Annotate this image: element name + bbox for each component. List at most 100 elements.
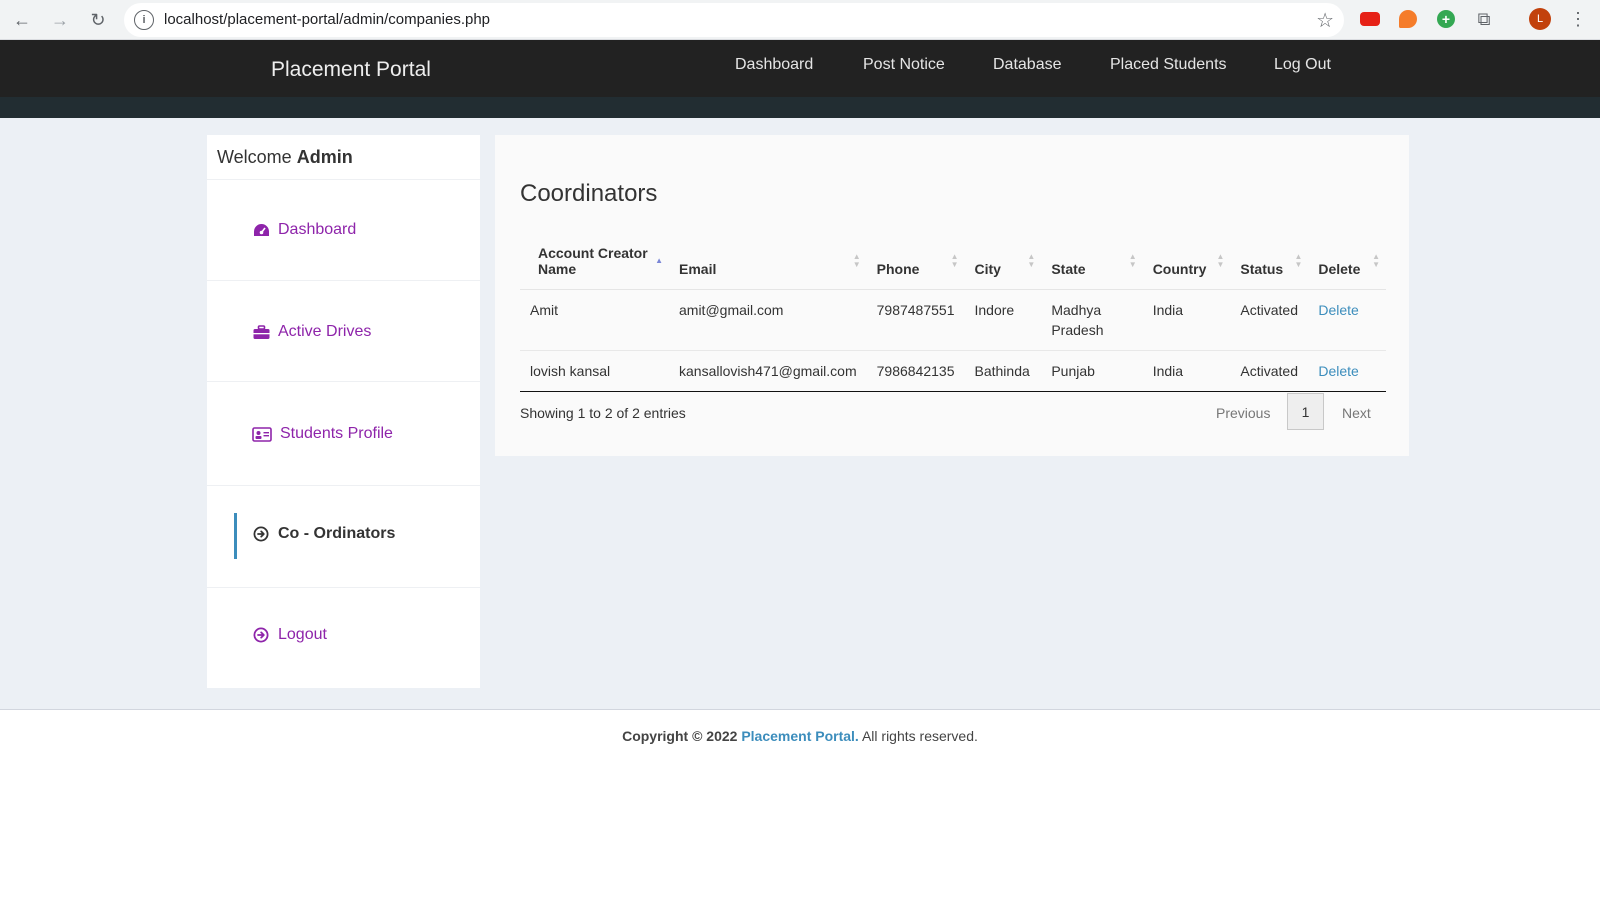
- browser-menu-icon[interactable]: ⋮: [1566, 7, 1590, 31]
- delete-link[interactable]: Delete: [1318, 363, 1358, 379]
- dashboard-icon: [252, 221, 270, 239]
- cell-status: Activated: [1230, 350, 1309, 392]
- cell-state: Punjab: [1041, 350, 1143, 392]
- pagination-page-1[interactable]: 1: [1287, 393, 1324, 430]
- green-plus-extension-icon[interactable]: +: [1434, 7, 1458, 31]
- sidebar-item-co-ordinators[interactable]: Co - Ordinators: [252, 525, 395, 543]
- cell-name: lovish kansal: [520, 350, 669, 392]
- welcome-user: Admin: [296, 147, 353, 167]
- copyright-prefix: Copyright © 2022: [622, 728, 738, 744]
- column-header-label: Status: [1240, 261, 1284, 277]
- sidebar-item-label: Co - Ordinators: [278, 525, 396, 542]
- sidebar-divider: [207, 179, 480, 180]
- orange-extension-icon[interactable]: [1396, 7, 1420, 31]
- nav-log-out[interactable]: Log Out: [1274, 56, 1331, 74]
- sidebar-item-dashboard[interactable]: Dashboard: [252, 221, 356, 239]
- sort-icon: ▲ ▼: [1128, 252, 1137, 269]
- column-header-city[interactable]: City ▲ ▼: [964, 237, 1042, 290]
- address-bar[interactable]: i localhost/placement-portal/admin/compa…: [124, 3, 1344, 37]
- profile-avatar[interactable]: L: [1528, 7, 1552, 31]
- active-indicator: [234, 513, 237, 559]
- cell-name: Amit: [520, 289, 669, 351]
- table-header-row: Account Creator Name ▲ Email ▲ ▼ Phone ▲ ▼…: [520, 237, 1386, 290]
- welcome-prefix: Welcome: [217, 147, 292, 167]
- site-footer: Copyright © 2022 Placement Portal. All r…: [0, 709, 1600, 898]
- sidebar-item-label: Students Profile: [280, 425, 393, 442]
- column-header-phone[interactable]: Phone ▲ ▼: [866, 237, 965, 290]
- sidebar-item-label: Logout: [278, 626, 327, 643]
- arrow-circle-icon: [252, 525, 270, 543]
- site-info-icon[interactable]: i: [134, 10, 154, 30]
- copyright-suffix: All rights reserved.: [861, 728, 978, 744]
- id-card-icon: [252, 425, 272, 443]
- column-header-name[interactable]: Account Creator Name ▲: [520, 237, 669, 290]
- column-header-label: Account Creator Name: [538, 245, 648, 277]
- back-icon[interactable]: ←: [8, 6, 36, 34]
- sidebar-divider: [207, 587, 480, 588]
- pagination-next[interactable]: Next: [1342, 405, 1371, 421]
- page-title: Coordinators: [520, 180, 658, 207]
- site-header: Placement Portal Dashboard Post Notice D…: [0, 40, 1600, 97]
- column-header-label: City: [974, 261, 1001, 277]
- cell-phone: 7986842135: [866, 350, 965, 392]
- sidebar-item-logout[interactable]: Logout: [252, 626, 327, 644]
- sort-asc-icon: ▲: [655, 256, 663, 265]
- forward-icon[interactable]: →: [46, 6, 74, 34]
- url-text[interactable]: localhost/placement-portal/admin/compani…: [164, 11, 490, 28]
- column-header-label: State: [1051, 261, 1086, 277]
- header-strip: [0, 97, 1600, 118]
- extensions-puzzle-icon[interactable]: ⧉: [1472, 7, 1496, 31]
- footer-brand-link[interactable]: Placement Portal.: [741, 728, 859, 744]
- sidebar-item-active-drives[interactable]: Active Drives: [252, 323, 371, 341]
- cell-country: India: [1142, 350, 1231, 392]
- sort-icon: ▲ ▼: [1216, 252, 1225, 269]
- column-header-delete[interactable]: Delete ▲ ▼: [1308, 237, 1386, 290]
- cell-country: India: [1142, 289, 1231, 351]
- column-header-label: Country: [1152, 261, 1207, 277]
- sidebar-item-students-profile[interactable]: Students Profile: [252, 425, 393, 443]
- cell-delete: Delete: [1308, 289, 1386, 351]
- brand-logo[interactable]: Placement Portal: [271, 58, 431, 82]
- sort-icon: ▲ ▼: [1027, 252, 1036, 269]
- sidebar-divider: [207, 485, 480, 486]
- nav-database[interactable]: Database: [993, 56, 1062, 74]
- cell-state: Madhya Pradesh: [1041, 289, 1143, 351]
- nav-dashboard[interactable]: Dashboard: [735, 56, 813, 74]
- cell-city: Indore: [964, 289, 1042, 351]
- cell-city: Bathinda: [964, 350, 1042, 392]
- column-header-label: Phone: [876, 261, 920, 277]
- sort-icon: ▲ ▼: [852, 252, 861, 269]
- sidebar: Welcome Admin Dashboard Active Drives St…: [207, 135, 480, 688]
- pagination-previous[interactable]: Previous: [1216, 405, 1270, 421]
- briefcase-icon: [252, 323, 270, 341]
- table-row: Amit amit@gmail.com 7987487551 Indore Ma…: [520, 289, 1386, 351]
- sidebar-item-label: Dashboard: [278, 221, 357, 238]
- arrow-circle-icon: [252, 626, 270, 644]
- sort-icon: ▲ ▼: [1372, 252, 1380, 269]
- sort-icon: ▲ ▼: [950, 252, 959, 269]
- delete-link[interactable]: Delete: [1318, 302, 1358, 318]
- column-header-state[interactable]: State ▲ ▼: [1041, 237, 1143, 290]
- bookmark-star-icon[interactable]: ☆: [1316, 8, 1334, 33]
- youtube-extension-icon[interactable]: [1358, 7, 1382, 31]
- sidebar-divider: [207, 381, 480, 382]
- column-header-country[interactable]: Country ▲ ▼: [1142, 237, 1231, 290]
- table-row: lovish kansal kansallovish471@gmail.com …: [520, 350, 1386, 392]
- sort-icon: ▲ ▼: [1294, 252, 1303, 269]
- table-info: Showing 1 to 2 of 2 entries: [520, 405, 686, 421]
- browser-toolbar: ← → ↻ i localhost/placement-portal/admin…: [0, 0, 1600, 40]
- nav-post-notice[interactable]: Post Notice: [863, 56, 945, 74]
- copyright-text: Copyright © 2022 Placement Portal. All r…: [0, 728, 1600, 744]
- reload-icon[interactable]: ↻: [84, 6, 112, 34]
- column-header-status[interactable]: Status ▲ ▼: [1230, 237, 1309, 290]
- nav-placed-students[interactable]: Placed Students: [1110, 56, 1227, 74]
- sidebar-divider: [207, 280, 480, 281]
- sidebar-item-label: Active Drives: [278, 323, 372, 340]
- cell-delete: Delete: [1308, 350, 1386, 392]
- cell-email: amit@gmail.com: [669, 289, 867, 351]
- coordinators-box: Coordinators Account Creator Name ▲ Emai…: [495, 135, 1409, 456]
- column-header-label: Delete: [1318, 261, 1361, 277]
- column-header-email[interactable]: Email ▲ ▼: [669, 237, 867, 290]
- welcome-text: Welcome Admin: [217, 147, 353, 168]
- cell-email: kansallovish471@gmail.com: [669, 350, 867, 392]
